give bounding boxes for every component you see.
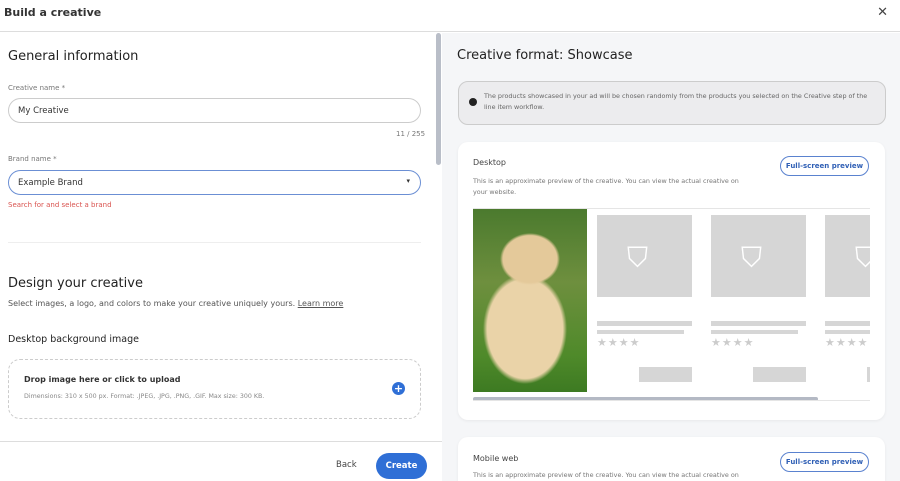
desktop-fullscreen-button[interactable]: Full-screen preview xyxy=(780,156,869,176)
brand-name-value: Example Brand xyxy=(18,178,83,188)
back-button[interactable]: Back xyxy=(336,460,357,470)
preview-horizontal-scrollbar[interactable] xyxy=(473,397,818,400)
puppy-image xyxy=(473,209,587,392)
product-placeholder: ⛉ ★★★★ xyxy=(711,215,806,382)
creative-name-input[interactable]: My Creative xyxy=(8,98,421,123)
product-button-placeholder xyxy=(753,367,806,382)
char-count: 11 / 255 xyxy=(396,130,426,138)
brand-error: Search for and select a brand xyxy=(8,201,112,209)
preview-panel: Creative format: Showcase The products s… xyxy=(442,33,900,481)
basket-icon: ⛉ xyxy=(855,241,870,275)
preview-title: Creative format: Showcase xyxy=(457,48,633,63)
product-button-placeholder xyxy=(639,367,692,382)
brand-name-select[interactable]: Example Brand ▾ xyxy=(8,170,421,195)
basket-icon: ⛉ xyxy=(627,241,649,274)
image-upload-dropzone[interactable]: Drop image here or click to upload Dimen… xyxy=(8,359,421,419)
info-text: The products showcased in your ad will b… xyxy=(484,92,868,111)
bg-image-heading: Desktop background image xyxy=(8,334,139,345)
close-icon[interactable]: ✕ xyxy=(877,5,888,20)
chevron-down-icon: ▾ xyxy=(406,177,410,185)
create-button[interactable]: Create xyxy=(376,453,427,479)
design-description: Select images, a logo, and colors to mak… xyxy=(8,299,343,308)
divider xyxy=(8,242,421,243)
mobile-description: This is an approximate preview of the cr… xyxy=(473,471,739,479)
mobile-title: Mobile web xyxy=(473,454,519,463)
info-icon xyxy=(469,98,477,106)
desktop-description: This is an approximate preview of the cr… xyxy=(473,177,739,196)
design-heading: Design your creative xyxy=(8,276,143,291)
form-panel: General information Creative name * My C… xyxy=(0,33,442,441)
design-description-text: Select images, a logo, and colors to mak… xyxy=(8,299,296,308)
brand-name-label: Brand name * xyxy=(8,155,57,163)
basket-icon: ⛉ xyxy=(741,241,763,274)
mobile-fullscreen-button[interactable]: Full-screen preview xyxy=(780,452,869,472)
rating-stars: ★★★★ xyxy=(711,336,755,349)
form-footer: Back Create xyxy=(0,441,442,481)
dialog-title: Build a creative xyxy=(4,6,102,19)
product-placeholder: ⛉ ★★★★ xyxy=(825,215,870,382)
mobile-preview-card: Mobile web Full-screen preview This is a… xyxy=(458,437,885,481)
product-placeholder: ⛉ ★★★★ xyxy=(597,215,692,382)
product-button-placeholder xyxy=(867,367,870,382)
general-info-heading: General information xyxy=(8,49,139,64)
add-icon[interactable]: + xyxy=(392,382,405,395)
creative-name-label: Creative name * xyxy=(8,84,66,92)
rating-stars: ★★★★ xyxy=(825,336,869,349)
desktop-preview-area: ⛉ ★★★★ ⛉ ★★★★ ⛉ ★★★★ xyxy=(473,208,870,401)
desktop-preview-card: Desktop Full-screen preview This is an a… xyxy=(458,142,885,420)
info-banner: The products showcased in your ad will b… xyxy=(458,81,886,125)
rating-stars: ★★★★ xyxy=(597,336,641,349)
drop-hint: Dimensions: 310 x 500 px. Format: .JPEG,… xyxy=(24,393,265,400)
drop-title: Drop image here or click to upload xyxy=(24,375,181,384)
desktop-title: Desktop xyxy=(473,158,506,167)
form-scrollbar[interactable] xyxy=(436,33,441,165)
learn-more-link[interactable]: Learn more xyxy=(298,299,344,308)
dialog-header: Build a creative ✕ xyxy=(0,0,900,32)
